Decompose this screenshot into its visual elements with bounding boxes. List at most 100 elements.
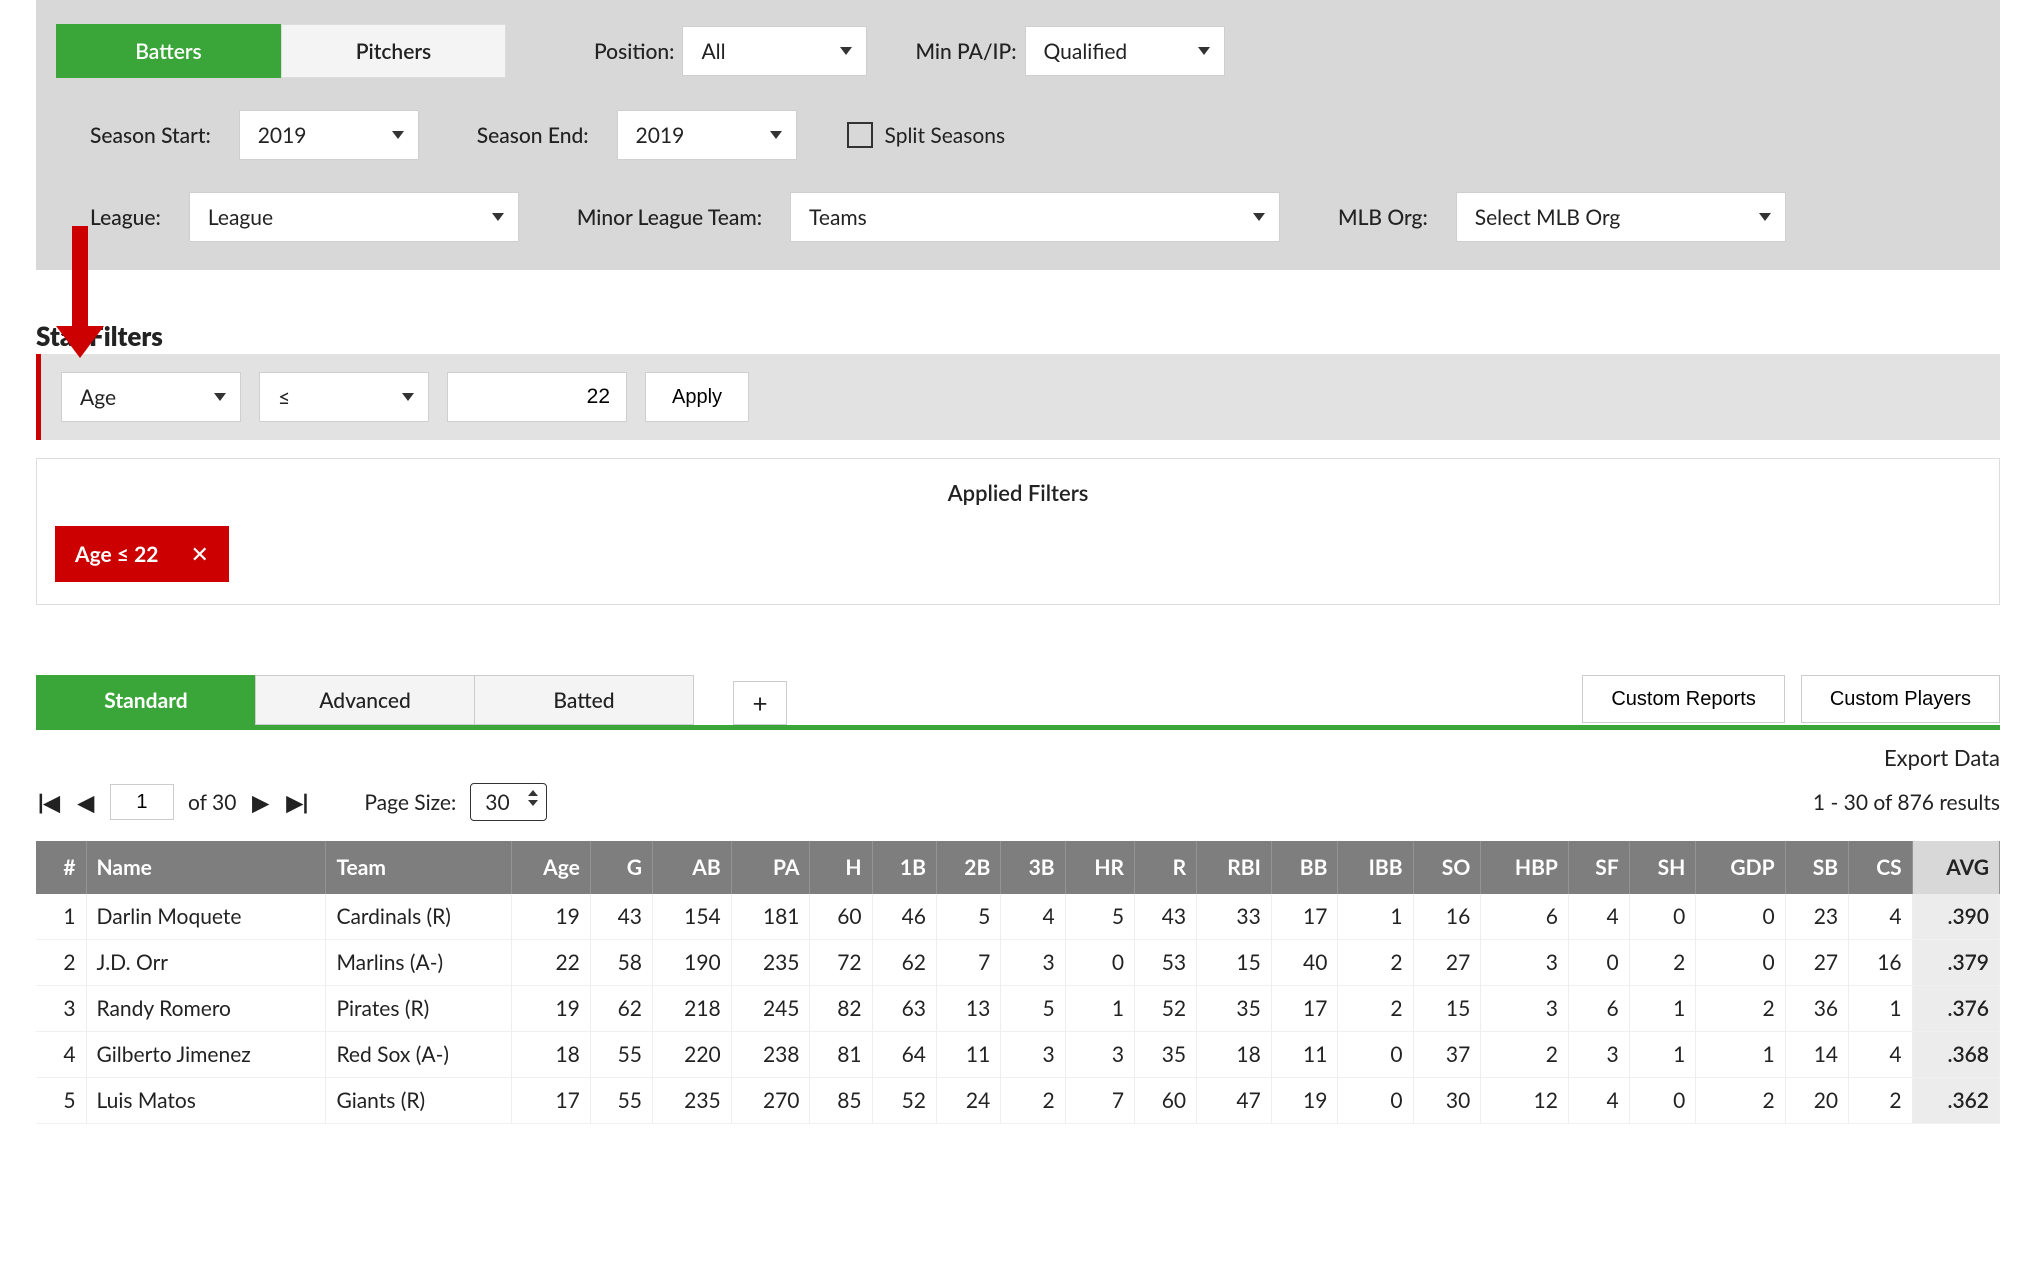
stat-value-input[interactable] <box>447 372 627 422</box>
col-r[interactable]: R <box>1135 841 1197 894</box>
col-hbp[interactable]: HBP <box>1481 841 1569 894</box>
pager-last-button[interactable]: ▶| <box>285 790 311 815</box>
stat-cell: 16 <box>1413 894 1481 940</box>
col-h[interactable]: H <box>810 841 872 894</box>
pager-prev-button[interactable]: ◀ <box>76 790 96 815</box>
col-1b[interactable]: 1B <box>872 841 936 894</box>
stat-cell: .379 <box>1912 940 1999 986</box>
row-index: 5 <box>36 1078 86 1124</box>
report-tab-standard[interactable]: Standard <box>36 675 256 725</box>
table-row: 5Luis MatosGiants (R)1755235270855224276… <box>36 1078 2000 1124</box>
stats-table: #NameTeamAgeGABPAH1B2B3BHRRRBIBBIBBSOHBP… <box>36 841 2000 1124</box>
stat-cell: 2 <box>1338 940 1413 986</box>
position-select[interactable]: All <box>682 26 867 76</box>
col-rbi[interactable]: RBI <box>1197 841 1272 894</box>
stat-field-value: Age <box>80 385 116 410</box>
col-2b[interactable]: 2B <box>936 841 1000 894</box>
page-size-select[interactable]: 30 <box>470 783 546 821</box>
stat-field-select[interactable]: Age <box>61 372 241 422</box>
col-so[interactable]: SO <box>1413 841 1481 894</box>
stepper-icon <box>528 790 538 806</box>
table-row: 2J.D. OrrMarlins (A-)2258190235726273053… <box>36 940 2000 986</box>
chevron-down-icon <box>840 47 852 55</box>
stat-cell: 0 <box>1696 940 1785 986</box>
stat-cell: 23 <box>1785 894 1848 940</box>
col-gdp[interactable]: GDP <box>1696 841 1785 894</box>
stat-cell: 6 <box>1568 986 1629 1032</box>
pager-next-button[interactable]: ▶ <box>250 790 270 815</box>
results-count: 1 - 30 of 876 results <box>1813 790 2000 815</box>
report-tab-advanced[interactable]: Advanced <box>255 675 475 725</box>
stat-cell: 4 <box>1001 894 1065 940</box>
player-link[interactable]: Randy Romero <box>97 996 231 1021</box>
stat-op-select[interactable]: ≤ <box>259 372 429 422</box>
stat-cell: 55 <box>590 1078 652 1124</box>
export-data-link[interactable]: Export Data <box>1884 744 2000 771</box>
stat-cell: 5 <box>1001 986 1065 1032</box>
col-avg[interactable]: AVG <box>1912 841 1999 894</box>
col-cs[interactable]: CS <box>1849 841 1913 894</box>
mlborg-select[interactable]: Select MLB Org <box>1456 192 1786 242</box>
filter-row-2: Season Start: 2019 Season End: 2019 Spli… <box>56 110 1980 160</box>
col-age[interactable]: Age <box>511 841 590 894</box>
filter-chip[interactable]: Age ≤ 22 ✕ <box>55 526 229 582</box>
col-ibb[interactable]: IBB <box>1338 841 1413 894</box>
col-sh[interactable]: SH <box>1629 841 1696 894</box>
minor-team-select[interactable]: Teams <box>790 192 1280 242</box>
stat-cell: 52 <box>1135 986 1197 1032</box>
custom-reports-button[interactable]: Custom Reports <box>1582 675 1785 723</box>
stat-cell: 62 <box>872 940 936 986</box>
pager-page-input[interactable] <box>110 784 174 820</box>
player-link[interactable]: Darlin Moquete <box>97 904 242 929</box>
col-team[interactable]: Team <box>326 841 511 894</box>
stat-cell: 64 <box>872 1032 936 1078</box>
stat-cell: 2 <box>1696 986 1785 1032</box>
stat-cell: 0 <box>1338 1032 1413 1078</box>
filter-row-1: Batters Pitchers Position: All Min PA/IP… <box>56 24 1980 78</box>
minor-team-value: Teams <box>809 205 867 230</box>
stat-cell: 1 <box>1629 986 1696 1032</box>
apply-button[interactable]: Apply <box>645 372 749 422</box>
player-name-cell: Randy Romero <box>86 986 326 1032</box>
close-icon[interactable]: ✕ <box>190 540 208 568</box>
stat-cell: 12 <box>1481 1078 1569 1124</box>
chevron-down-icon <box>1253 213 1265 221</box>
add-report-button[interactable]: + <box>733 681 787 725</box>
stat-cell: 3 <box>1568 1032 1629 1078</box>
stat-cell: 4 <box>1568 1078 1629 1124</box>
report-tab-batted[interactable]: Batted <box>474 675 694 725</box>
stat-cell: 1 <box>1629 1032 1696 1078</box>
season-end-select[interactable]: 2019 <box>617 110 797 160</box>
col-3b[interactable]: 3B <box>1001 841 1065 894</box>
tab-pitchers[interactable]: Pitchers <box>281 24 506 78</box>
col-[interactable]: # <box>36 841 86 894</box>
stat-filter-bar: Age ≤ Apply <box>36 354 2000 440</box>
league-value: League <box>208 205 273 230</box>
stat-cell: 0 <box>1568 940 1629 986</box>
stat-cell: 3 <box>1001 940 1065 986</box>
pager-first-button[interactable]: |◀ <box>36 790 62 815</box>
col-name[interactable]: Name <box>86 841 326 894</box>
report-tabs-row: Standard Advanced Batted + Custom Report… <box>36 675 2000 730</box>
season-start-select[interactable]: 2019 <box>239 110 419 160</box>
split-seasons-checkbox[interactable] <box>847 122 873 148</box>
player-link[interactable]: J.D. Orr <box>97 950 168 975</box>
col-hr[interactable]: HR <box>1065 841 1134 894</box>
minpaip-select[interactable]: Qualified <box>1025 26 1225 76</box>
filter-row-3: League: League Minor League Team: Teams … <box>56 192 1980 242</box>
col-sf[interactable]: SF <box>1568 841 1629 894</box>
col-sb[interactable]: SB <box>1785 841 1848 894</box>
col-g[interactable]: G <box>590 841 652 894</box>
stat-cell: 5 <box>1065 894 1134 940</box>
tab-batters[interactable]: Batters <box>56 24 281 78</box>
player-link[interactable]: Gilberto Jimenez <box>97 1042 251 1067</box>
custom-players-button[interactable]: Custom Players <box>1801 675 2000 723</box>
league-select[interactable]: League <box>189 192 519 242</box>
stat-cell: 3 <box>1065 1032 1134 1078</box>
row-index: 3 <box>36 986 86 1032</box>
stat-cell: 35 <box>1197 986 1272 1032</box>
col-bb[interactable]: BB <box>1271 841 1338 894</box>
player-link[interactable]: Luis Matos <box>97 1088 196 1113</box>
col-pa[interactable]: PA <box>731 841 810 894</box>
col-ab[interactable]: AB <box>652 841 731 894</box>
